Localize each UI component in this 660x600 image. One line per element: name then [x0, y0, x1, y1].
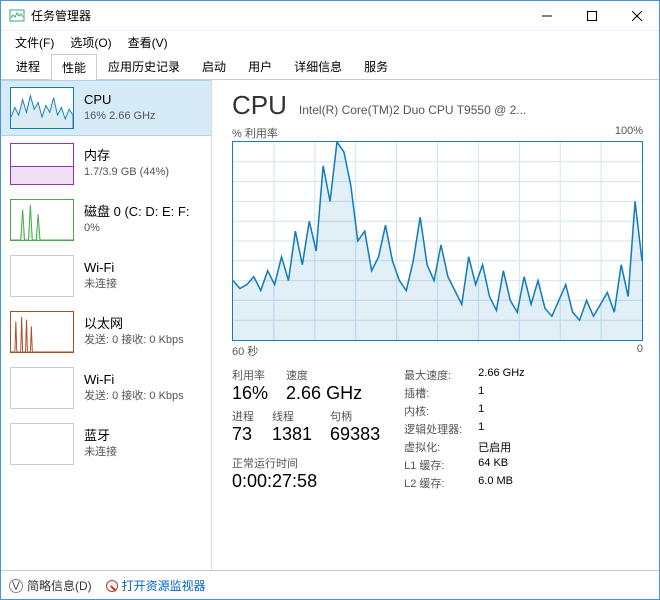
window-title: 任务管理器: [31, 7, 524, 24]
virt-k: 虚拟化:: [404, 439, 462, 455]
menu-view[interactable]: 查看(V): [120, 32, 176, 53]
fewer-details-button[interactable]: ⋁ 简略信息(D): [9, 577, 92, 594]
sidebar-title: 以太网: [84, 315, 184, 333]
maximize-button[interactable]: [569, 1, 614, 31]
thumb-wifi: [10, 367, 74, 409]
thread-value: 1381: [272, 424, 312, 445]
thumb-eth: [10, 311, 74, 353]
util-value: 16%: [232, 383, 268, 404]
sidebar-title: Wi-Fi: [84, 259, 117, 277]
sidebar-title: 蓝牙: [84, 427, 117, 445]
chart-label-bl: 60 秒: [232, 343, 258, 359]
sidebar-sub: 发送: 0 接收: 0 Kbps: [84, 333, 184, 348]
chart-label-tr: 100%: [615, 125, 643, 141]
sidebar-item-eth-4[interactable]: 以太网发送: 0 接收: 0 Kbps: [1, 304, 211, 360]
thumb-mem: [10, 143, 74, 185]
tab-4[interactable]: 用户: [237, 53, 283, 79]
l1-v: 64 KB: [478, 457, 524, 473]
cores-k: 内核:: [404, 403, 462, 419]
sidebar-item-wifi-3[interactable]: Wi-Fi未连接: [1, 248, 211, 304]
proc-label: 进程: [232, 408, 254, 424]
thread-label: 线程: [272, 408, 312, 424]
resource-monitor-link[interactable]: 打开资源监视器: [106, 577, 206, 594]
lproc-v: 1: [478, 421, 524, 437]
sidebar-item-mem-1[interactable]: 内存1.7/3.9 GB (44%): [1, 136, 211, 192]
l1-k: L1 缓存:: [404, 457, 462, 473]
chevron-down-icon: ⋁: [9, 579, 23, 593]
minimize-button[interactable]: [524, 1, 569, 31]
detail-title: CPU: [232, 90, 287, 121]
speed-value: 2.66 GHz: [286, 383, 362, 404]
sockets-v: 1: [478, 385, 524, 401]
thumb-bt: [10, 423, 74, 465]
sidebar-sub: 未连接: [84, 445, 117, 460]
tab-2[interactable]: 应用历史记录: [97, 53, 191, 79]
virt-v: 已启用: [478, 439, 524, 455]
menu-file[interactable]: 文件(F): [7, 32, 62, 53]
sidebar-sub: 未连接: [84, 277, 117, 292]
maxspeed-v: 2.66 GHz: [478, 367, 524, 383]
sidebar-sub: 16% 2.66 GHz: [84, 109, 156, 124]
cpu-chart: [232, 141, 643, 341]
close-button[interactable]: [614, 1, 659, 31]
handle-value: 69383: [330, 424, 380, 445]
detail-desc: Intel(R) Core(TM)2 Duo CPU T9550 @ 2...: [299, 103, 643, 117]
sidebar-item-disk-2[interactable]: 磁盘 0 (C: D: E: F:0%: [1, 192, 211, 248]
tab-6[interactable]: 服务: [353, 53, 399, 79]
chart-label-br: 0: [637, 343, 643, 359]
thumb-disk: [10, 199, 74, 241]
sidebar-title: CPU: [84, 91, 156, 109]
tab-3[interactable]: 启动: [191, 53, 237, 79]
fewer-details-label: 简略信息(D): [27, 577, 92, 594]
sidebar-item-bt-6[interactable]: 蓝牙未连接: [1, 416, 211, 472]
proc-value: 73: [232, 424, 254, 445]
sidebar-title: 磁盘 0 (C: D: E: F:: [84, 203, 189, 221]
tab-1[interactable]: 性能: [51, 54, 97, 80]
maxspeed-k: 最大速度:: [404, 367, 462, 383]
sidebar-item-wifi-5[interactable]: Wi-Fi发送: 0 接收: 0 Kbps: [1, 360, 211, 416]
uptime-value: 0:00:27:58: [232, 471, 380, 492]
sidebar-sub: 0%: [84, 221, 189, 236]
sidebar-sub: 1.7/3.9 GB (44%): [84, 165, 169, 180]
sidebar-title: Wi-Fi: [84, 371, 184, 389]
l2-v: 6.0 MB: [478, 475, 524, 491]
util-label: 利用率: [232, 367, 268, 383]
resource-monitor-label: 打开资源监视器: [122, 577, 206, 594]
l2-k: L2 缓存:: [404, 475, 462, 491]
uptime-label: 正常运行时间: [232, 455, 380, 471]
tab-0[interactable]: 进程: [5, 53, 51, 79]
sidebar-item-cpu-0[interactable]: CPU16% 2.66 GHz: [1, 80, 211, 136]
sidebar-title: 内存: [84, 147, 169, 165]
speed-label: 速度: [286, 367, 362, 383]
lproc-k: 逻辑处理器:: [404, 421, 462, 437]
cores-v: 1: [478, 403, 524, 419]
menu-options[interactable]: 选项(O): [62, 32, 119, 53]
sockets-k: 插槽:: [404, 385, 462, 401]
chart-label-tl: % 利用率: [232, 125, 278, 141]
app-icon: [9, 8, 25, 24]
sidebar-sub: 发送: 0 接收: 0 Kbps: [84, 389, 184, 404]
thumb-cpu: [10, 87, 74, 129]
handle-label: 句柄: [330, 408, 380, 424]
resource-monitor-icon: [106, 580, 118, 592]
thumb-wifi: [10, 255, 74, 297]
tab-5[interactable]: 详细信息: [283, 53, 353, 79]
